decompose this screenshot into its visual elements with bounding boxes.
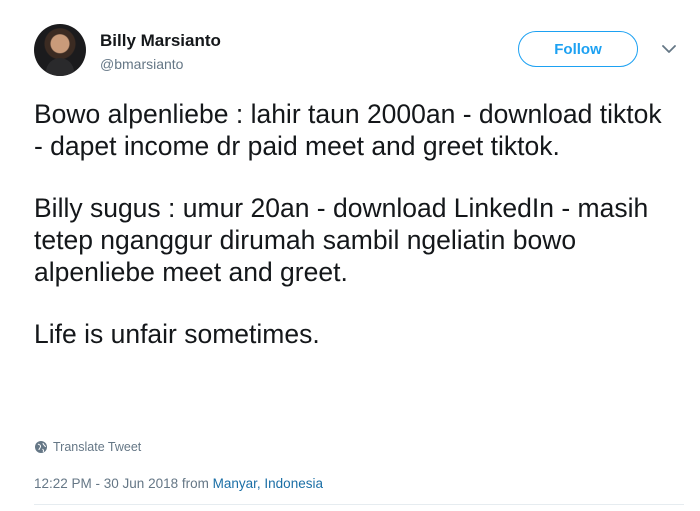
tweet-header: Billy Marsianto @bmarsianto Follow xyxy=(34,24,684,84)
avatar[interactable] xyxy=(34,24,86,76)
tweet-timestamp[interactable]: 12:22 PM - 30 Jun 2018 xyxy=(34,476,178,491)
tweet-meta: 12:22 PM - 30 Jun 2018 from Manyar, Indo… xyxy=(34,476,323,491)
tweet-paragraph: Bowo alpenliebe : lahir taun 2000an - do… xyxy=(34,99,662,161)
translate-tweet-link[interactable]: Translate Tweet xyxy=(34,440,141,454)
globe-icon xyxy=(35,441,47,453)
from-label: from xyxy=(181,476,209,491)
divider xyxy=(34,504,684,505)
tweet-text: Bowo alpenliebe : lahir taun 2000an - do… xyxy=(34,98,674,380)
tweet-paragraph: Billy sugus : umur 20an - download Linke… xyxy=(34,193,649,287)
user-handle[interactable]: @bmarsianto xyxy=(100,56,183,72)
translate-label[interactable]: Translate Tweet xyxy=(53,440,141,454)
follow-button[interactable]: Follow xyxy=(518,31,638,67)
tweet-paragraph: Life is unfair sometimes. xyxy=(34,319,320,349)
chevron-down-icon[interactable] xyxy=(662,42,676,56)
location-link[interactable]: Manyar, Indonesia xyxy=(213,476,323,491)
user-name[interactable]: Billy Marsianto xyxy=(100,31,221,51)
